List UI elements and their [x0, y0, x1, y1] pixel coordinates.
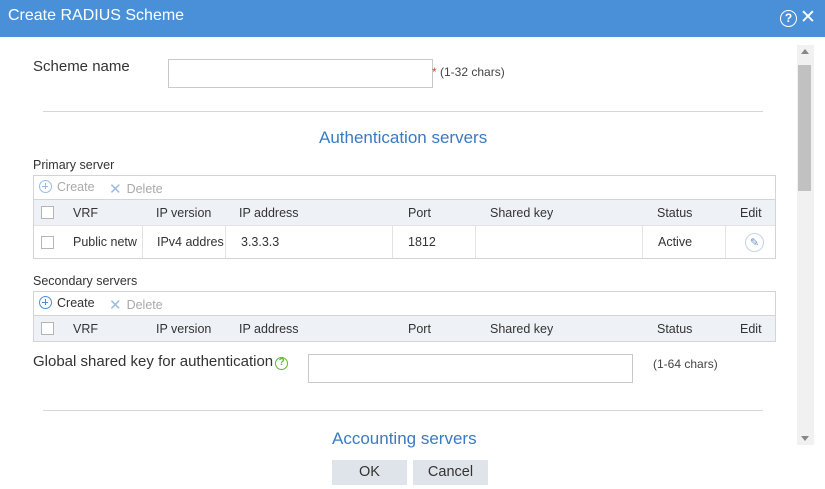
- secondary-server-grid: Create ✕ Delete VRF IP version IP address…: [33, 291, 776, 342]
- col-ip-version: IP version: [156, 321, 212, 336]
- primary-delete-button[interactable]: ✕ Delete: [109, 180, 163, 198]
- global-shared-key-hint: (1-64 chars): [653, 357, 718, 371]
- ok-button[interactable]: OK: [332, 460, 407, 485]
- scheme-name-hint-text: (1-32 chars): [440, 65, 505, 79]
- global-shared-key-input[interactable]: [308, 354, 633, 383]
- col-port: Port: [408, 321, 431, 336]
- scheme-name-input[interactable]: [168, 59, 433, 88]
- pencil-icon[interactable]: ✎: [745, 232, 764, 252]
- select-all-checkbox[interactable]: [41, 322, 54, 335]
- required-mark: *: [432, 65, 437, 79]
- col-ip-address: IP address: [239, 321, 299, 336]
- col-shared-key: Shared key: [490, 321, 554, 336]
- primary-delete-label: Delete: [126, 182, 163, 196]
- accounting-servers-title: Accounting servers: [332, 429, 477, 448]
- dialog-content: Scheme name * (1-32 chars) Authenticatio…: [0, 37, 797, 449]
- secondary-create-button[interactable]: Create: [39, 296, 95, 310]
- scroll-up-icon[interactable]: [801, 49, 809, 54]
- cell-status: Active: [658, 235, 693, 249]
- secondary-servers-label: Secondary servers: [33, 274, 138, 288]
- scheme-name-hint: * (1-32 chars): [432, 65, 505, 79]
- cell-ip-address: 3.3.3.3: [241, 235, 280, 249]
- primary-create-label: Create: [57, 180, 95, 194]
- global-shared-key-label: Global shared key for authentication?: [33, 353, 289, 370]
- secondary-table-header: VRF IP version IP address Port Shared ke…: [34, 315, 775, 341]
- global-shared-key-label-text: Global shared key for authentication: [33, 353, 274, 370]
- cancel-button[interactable]: Cancel: [413, 460, 488, 485]
- cell-ip-version: IPv4 addres: [157, 235, 224, 249]
- cell-vrf: Public netw: [73, 235, 137, 249]
- col-status: Status: [657, 205, 693, 220]
- delete-icon: ✕: [109, 181, 122, 198]
- dialog-title-bar: Create RADIUS Scheme ? ✕: [0, 0, 825, 37]
- col-edit: Edit: [740, 321, 762, 336]
- primary-server-label: Primary server: [33, 158, 115, 172]
- dialog-footer: OK Cancel: [0, 449, 825, 489]
- primary-toolbar: Create ✕ Delete: [34, 176, 775, 199]
- col-ip-address: IP address: [239, 205, 299, 220]
- select-all-checkbox[interactable]: [41, 206, 54, 219]
- secondary-create-label: Create: [57, 296, 95, 310]
- secondary-delete-label: Delete: [126, 298, 163, 312]
- col-status: Status: [657, 321, 693, 336]
- scheme-name-label: Scheme name: [33, 58, 130, 75]
- divider: [43, 111, 763, 112]
- help-icon[interactable]: ?: [275, 357, 289, 370]
- vertical-scrollbar[interactable]: [797, 45, 814, 445]
- row-checkbox[interactable]: [41, 235, 54, 249]
- dialog-title: Create RADIUS Scheme: [8, 7, 185, 24]
- help-icon[interactable]: ?: [780, 10, 797, 27]
- col-vrf: VRF: [73, 321, 98, 336]
- plus-icon: [39, 296, 52, 309]
- primary-table-header: VRF IP version IP address Port Shared ke…: [34, 199, 775, 225]
- divider: [43, 410, 763, 411]
- secondary-toolbar: Create ✕ Delete: [34, 292, 775, 315]
- auth-servers-title: Authentication servers: [319, 128, 488, 147]
- plus-icon: [39, 180, 52, 193]
- secondary-delete-button[interactable]: ✕ Delete: [109, 296, 163, 314]
- delete-icon: ✕: [109, 297, 122, 314]
- scrollbar-thumb[interactable]: [798, 65, 811, 191]
- col-port: Port: [408, 205, 431, 220]
- primary-server-grid: Create ✕ Delete VRF IP version IP address…: [33, 175, 776, 259]
- col-ip-version: IP version: [156, 205, 212, 220]
- table-row[interactable]: Public netw IPv4 addres 3.3.3.3 1812 Act…: [34, 225, 775, 258]
- primary-create-button[interactable]: Create: [39, 180, 95, 194]
- col-edit: Edit: [740, 205, 762, 220]
- scroll-down-icon[interactable]: [801, 436, 809, 441]
- close-icon[interactable]: ✕: [800, 8, 816, 27]
- cell-port: 1812: [408, 235, 436, 249]
- col-shared-key: Shared key: [490, 205, 554, 220]
- col-vrf: VRF: [73, 205, 98, 220]
